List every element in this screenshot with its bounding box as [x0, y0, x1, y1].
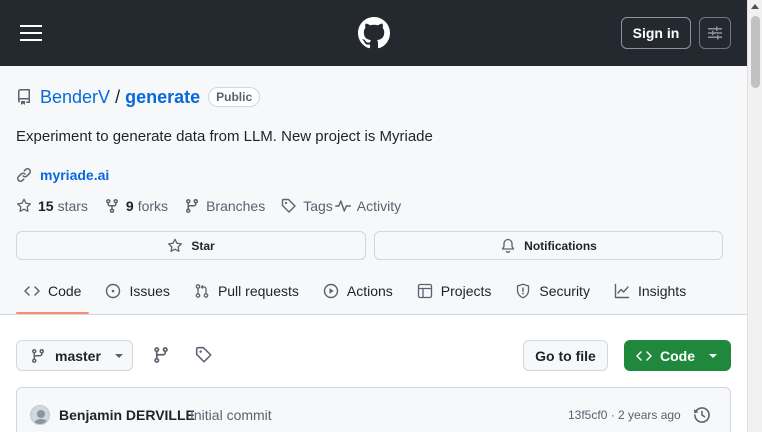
tab-projects[interactable]: Projects	[409, 274, 500, 308]
commit-hash-and-time[interactable]: 13f5cf0 · 2 years ago	[568, 408, 681, 422]
visibility-badge: Public	[208, 87, 261, 107]
scrollbar[interactable]	[747, 0, 762, 432]
branch-name: master	[55, 347, 101, 364]
fork-icon	[105, 199, 118, 214]
star-icon	[168, 238, 183, 252]
avatar[interactable]	[30, 405, 50, 425]
star-icon	[17, 198, 31, 212]
tab-issues-label: Issues	[129, 283, 170, 299]
issue-icon	[106, 283, 121, 299]
github-logo-icon[interactable]	[358, 17, 390, 49]
tab-pull-requests-label: Pull requests	[217, 283, 299, 299]
branches-link[interactable]: Branches	[184, 198, 265, 214]
tab-projects-label: Projects	[440, 283, 492, 299]
tags-link[interactable]: Tags	[281, 198, 333, 214]
tag-icon	[282, 198, 296, 213]
go-to-file-button[interactable]: Go to file	[523, 340, 608, 371]
repo-owner-link[interactable]: BenderV	[40, 87, 110, 108]
activity-link[interactable]: Activity	[333, 198, 401, 214]
repo-description: Experiment to generate data from LLM. Ne…	[16, 128, 433, 145]
repo-icon	[17, 89, 30, 105]
branches-label: Branches	[206, 198, 266, 214]
graph-icon	[614, 283, 630, 299]
tab-code-label: Code	[48, 283, 82, 299]
code-dropdown-button[interactable]: Code	[624, 340, 731, 371]
pull-request-icon	[195, 284, 209, 298]
sliders-icon	[708, 26, 722, 40]
table-icon	[417, 283, 432, 299]
bell-icon	[502, 238, 515, 253]
activity-label: Activity	[356, 198, 402, 214]
scroll-thumb[interactable]	[751, 16, 760, 88]
tag-icon	[195, 346, 212, 363]
branch-icon	[186, 199, 199, 214]
website-row: myriade.ai	[16, 167, 109, 183]
history-icon[interactable]	[693, 406, 711, 424]
notifications-button[interactable]: Notifications	[374, 231, 723, 260]
stars-count: 15	[38, 198, 54, 214]
star-button-label: Star	[191, 238, 215, 253]
website-link[interactable]: myriade.ai	[40, 167, 109, 183]
repo-tabs: Code Issues Pull requests Actions Projec…	[16, 274, 702, 314]
play-icon	[323, 283, 339, 299]
repo-title: BenderV / generate Public	[16, 86, 261, 108]
chevron-down-icon	[114, 353, 123, 358]
code-icon	[636, 350, 652, 361]
pulse-icon	[334, 200, 351, 212]
forks-link[interactable]: 9 forks	[104, 198, 168, 214]
tags-icon-button[interactable]	[195, 346, 213, 364]
forks-label: forks	[137, 198, 169, 214]
latest-commit-bar: Benjamin DERVILLE Initial commit 13f5cf0…	[16, 387, 731, 432]
repo-name-link[interactable]: generate	[125, 87, 200, 108]
path-separator: /	[115, 86, 121, 107]
top-header: Sign in	[0, 0, 747, 66]
branches-icon-button[interactable]	[152, 346, 170, 364]
forks-count: 9	[125, 198, 134, 214]
commit-message[interactable]: Initial commit	[190, 407, 272, 423]
tab-insights-label: Insights	[637, 283, 687, 299]
tab-insights[interactable]: Insights	[606, 274, 694, 308]
notifications-button-label: Notifications	[524, 238, 597, 253]
sign-in-button[interactable]: Sign in	[621, 17, 691, 49]
chevron-down-icon	[709, 353, 717, 358]
shield-icon	[517, 283, 530, 299]
tab-security[interactable]: Security	[507, 274, 598, 308]
settings-button[interactable]	[699, 17, 731, 49]
tags-label: Tags	[303, 198, 333, 214]
menu-icon[interactable]	[16, 18, 46, 48]
code-icon	[24, 286, 40, 296]
tab-actions-label: Actions	[346, 283, 393, 299]
tab-actions[interactable]: Actions	[315, 274, 401, 308]
branch-selector[interactable]: master	[16, 340, 133, 371]
commit-author[interactable]: Benjamin DERVILLE	[59, 407, 195, 423]
link-icon	[17, 168, 31, 182]
tab-security-label: Security	[539, 283, 590, 299]
tab-issues[interactable]: Issues	[97, 274, 177, 308]
stars-label: stars	[57, 198, 88, 214]
tab-code[interactable]: Code	[16, 274, 90, 314]
star-button[interactable]: Star	[16, 231, 366, 260]
scroll-up-arrow[interactable]	[751, 4, 759, 9]
code-button-label: Code	[660, 347, 695, 364]
branch-icon	[31, 348, 44, 363]
repo-stats: 15 stars 9 forks Branches Tags Activity	[16, 196, 417, 216]
tab-pull-requests[interactable]: Pull requests	[186, 274, 307, 308]
branch-icon	[154, 347, 168, 363]
stars-link[interactable]: 15 stars	[16, 198, 88, 214]
